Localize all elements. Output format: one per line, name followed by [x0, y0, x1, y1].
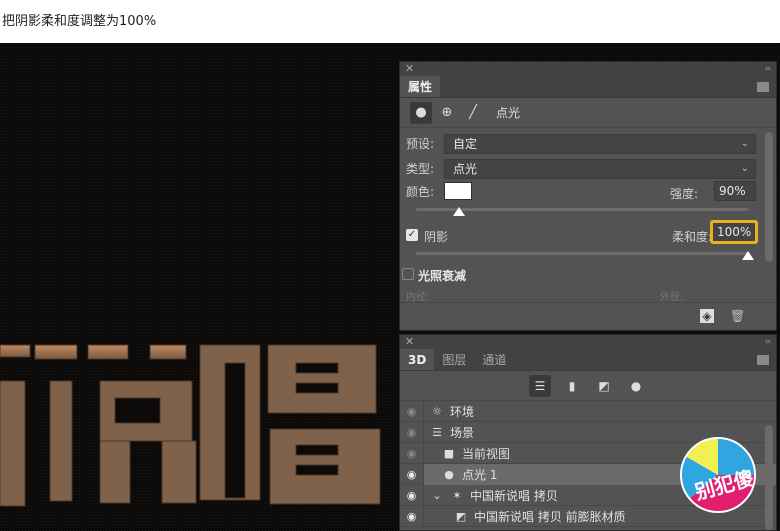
3d-text-art	[0, 344, 381, 507]
coordinates-icon[interactable]: ⊕	[436, 102, 458, 124]
softness-field[interactable]: 100%	[710, 220, 758, 244]
tab-channels[interactable]: 通道	[474, 349, 514, 370]
color-label: 颜色:	[406, 185, 435, 199]
layers-scrollbar[interactable]	[765, 425, 773, 530]
layer-label: 中国新说唱 拷贝 前膨胀材质	[474, 509, 626, 524]
watermark-badge: 别犯傻	[680, 437, 756, 513]
environment-icon: ☼	[432, 404, 442, 418]
caption: 把阴影柔和度调整为100%	[2, 14, 157, 29]
properties-panel: ✕ ‹‹ 属性 ● ⊕ ╱ 点光 预设: 自定 ⌄ 类型: 点光 ⌄ 颜色: 强…	[399, 61, 777, 331]
chevron-down-icon: ⌄	[740, 138, 749, 149]
tab-3d[interactable]: 3D	[400, 349, 435, 370]
softness-slider[interactable]	[416, 252, 748, 255]
softness-slider-thumb[interactable]	[742, 251, 754, 260]
intensity-field[interactable]: 90%	[714, 181, 756, 201]
tab-properties[interactable]: 属性	[400, 76, 441, 97]
shadow-checkbox[interactable]: ✓	[406, 229, 418, 241]
material-filter-icon[interactable]: ◩	[593, 375, 615, 397]
material-icon: ◩	[455, 509, 467, 523]
intensity-slider-thumb[interactable]	[453, 207, 466, 216]
mesh-filter-icon[interactable]: ▮	[561, 375, 583, 397]
type-value: 点光	[453, 162, 478, 176]
shadow-label: 阴影	[424, 230, 449, 244]
eye-icon[interactable]: ◉	[400, 442, 424, 464]
layer-label: 点光 1	[462, 467, 498, 482]
panel-menu-icon[interactable]	[757, 82, 769, 92]
properties-scrollbar[interactable]	[765, 132, 773, 262]
scene-icon: ☰	[432, 425, 442, 439]
light-filter-icon[interactable]: ●	[625, 375, 647, 397]
eye-icon[interactable]: ◉	[400, 505, 424, 527]
mode-label: 点光	[496, 106, 521, 120]
badge-text: 别犯傻	[692, 465, 756, 505]
type-select[interactable]: 点光 ⌄	[444, 159, 756, 179]
collapse-icon[interactable]: ‹‹	[765, 62, 771, 76]
eye-icon[interactable]: ◉	[400, 421, 424, 443]
eye-icon[interactable]: ◉	[400, 400, 424, 422]
light-bulb-icon[interactable]: ●	[410, 101, 432, 124]
scene-filter-icon[interactable]: ☰	[529, 374, 551, 397]
layer-row[interactable]: ◉ ☼ 环境	[400, 400, 776, 422]
close-icon[interactable]: ✕	[405, 62, 414, 76]
brush-icon[interactable]: ╱	[462, 102, 484, 124]
preset-select[interactable]: 自定 ⌄	[444, 134, 756, 154]
collapse-icon[interactable]: ‹‹	[765, 335, 771, 349]
eye-icon[interactable]: ◉	[400, 463, 424, 485]
type-label: 类型:	[406, 162, 435, 176]
preset-value: 自定	[453, 137, 478, 151]
panel-menu-icon[interactable]	[757, 355, 769, 365]
falloff-checkbox[interactable]	[402, 268, 414, 280]
bulb-icon: ●	[444, 467, 454, 481]
tab-layers[interactable]: 图层	[434, 349, 474, 370]
properties-footer: ◈ 🗑	[400, 302, 776, 330]
mesh-icon: ✶	[452, 488, 462, 502]
intensity-label: 强度:	[670, 187, 699, 201]
camera-icon: ■	[443, 446, 455, 460]
chevron-down-icon: ⌄	[740, 163, 749, 174]
trash-icon[interactable]: 🗑	[730, 309, 745, 323]
softness-label: 柔和度:	[672, 230, 713, 244]
intensity-slider[interactable]	[416, 208, 748, 211]
color-swatch[interactable]	[444, 182, 472, 200]
inner-radius-label: 内径:	[406, 292, 430, 303]
layer-label: 当前视图	[462, 446, 511, 461]
eye-icon[interactable]: ◉	[400, 484, 424, 506]
outer-radius-label: 外径:	[660, 292, 684, 303]
chevron-down-icon[interactable]: ⌄	[430, 489, 444, 502]
close-icon[interactable]: ✕	[405, 335, 414, 349]
falloff-label: 光照衰减	[418, 269, 467, 283]
render-icon[interactable]: ◈	[700, 309, 714, 323]
layer-label: 场景	[450, 425, 475, 440]
preset-label: 预设:	[406, 137, 435, 151]
layer-label: 环境	[450, 404, 475, 419]
layer-label: 中国新说唱 拷贝	[470, 488, 558, 503]
